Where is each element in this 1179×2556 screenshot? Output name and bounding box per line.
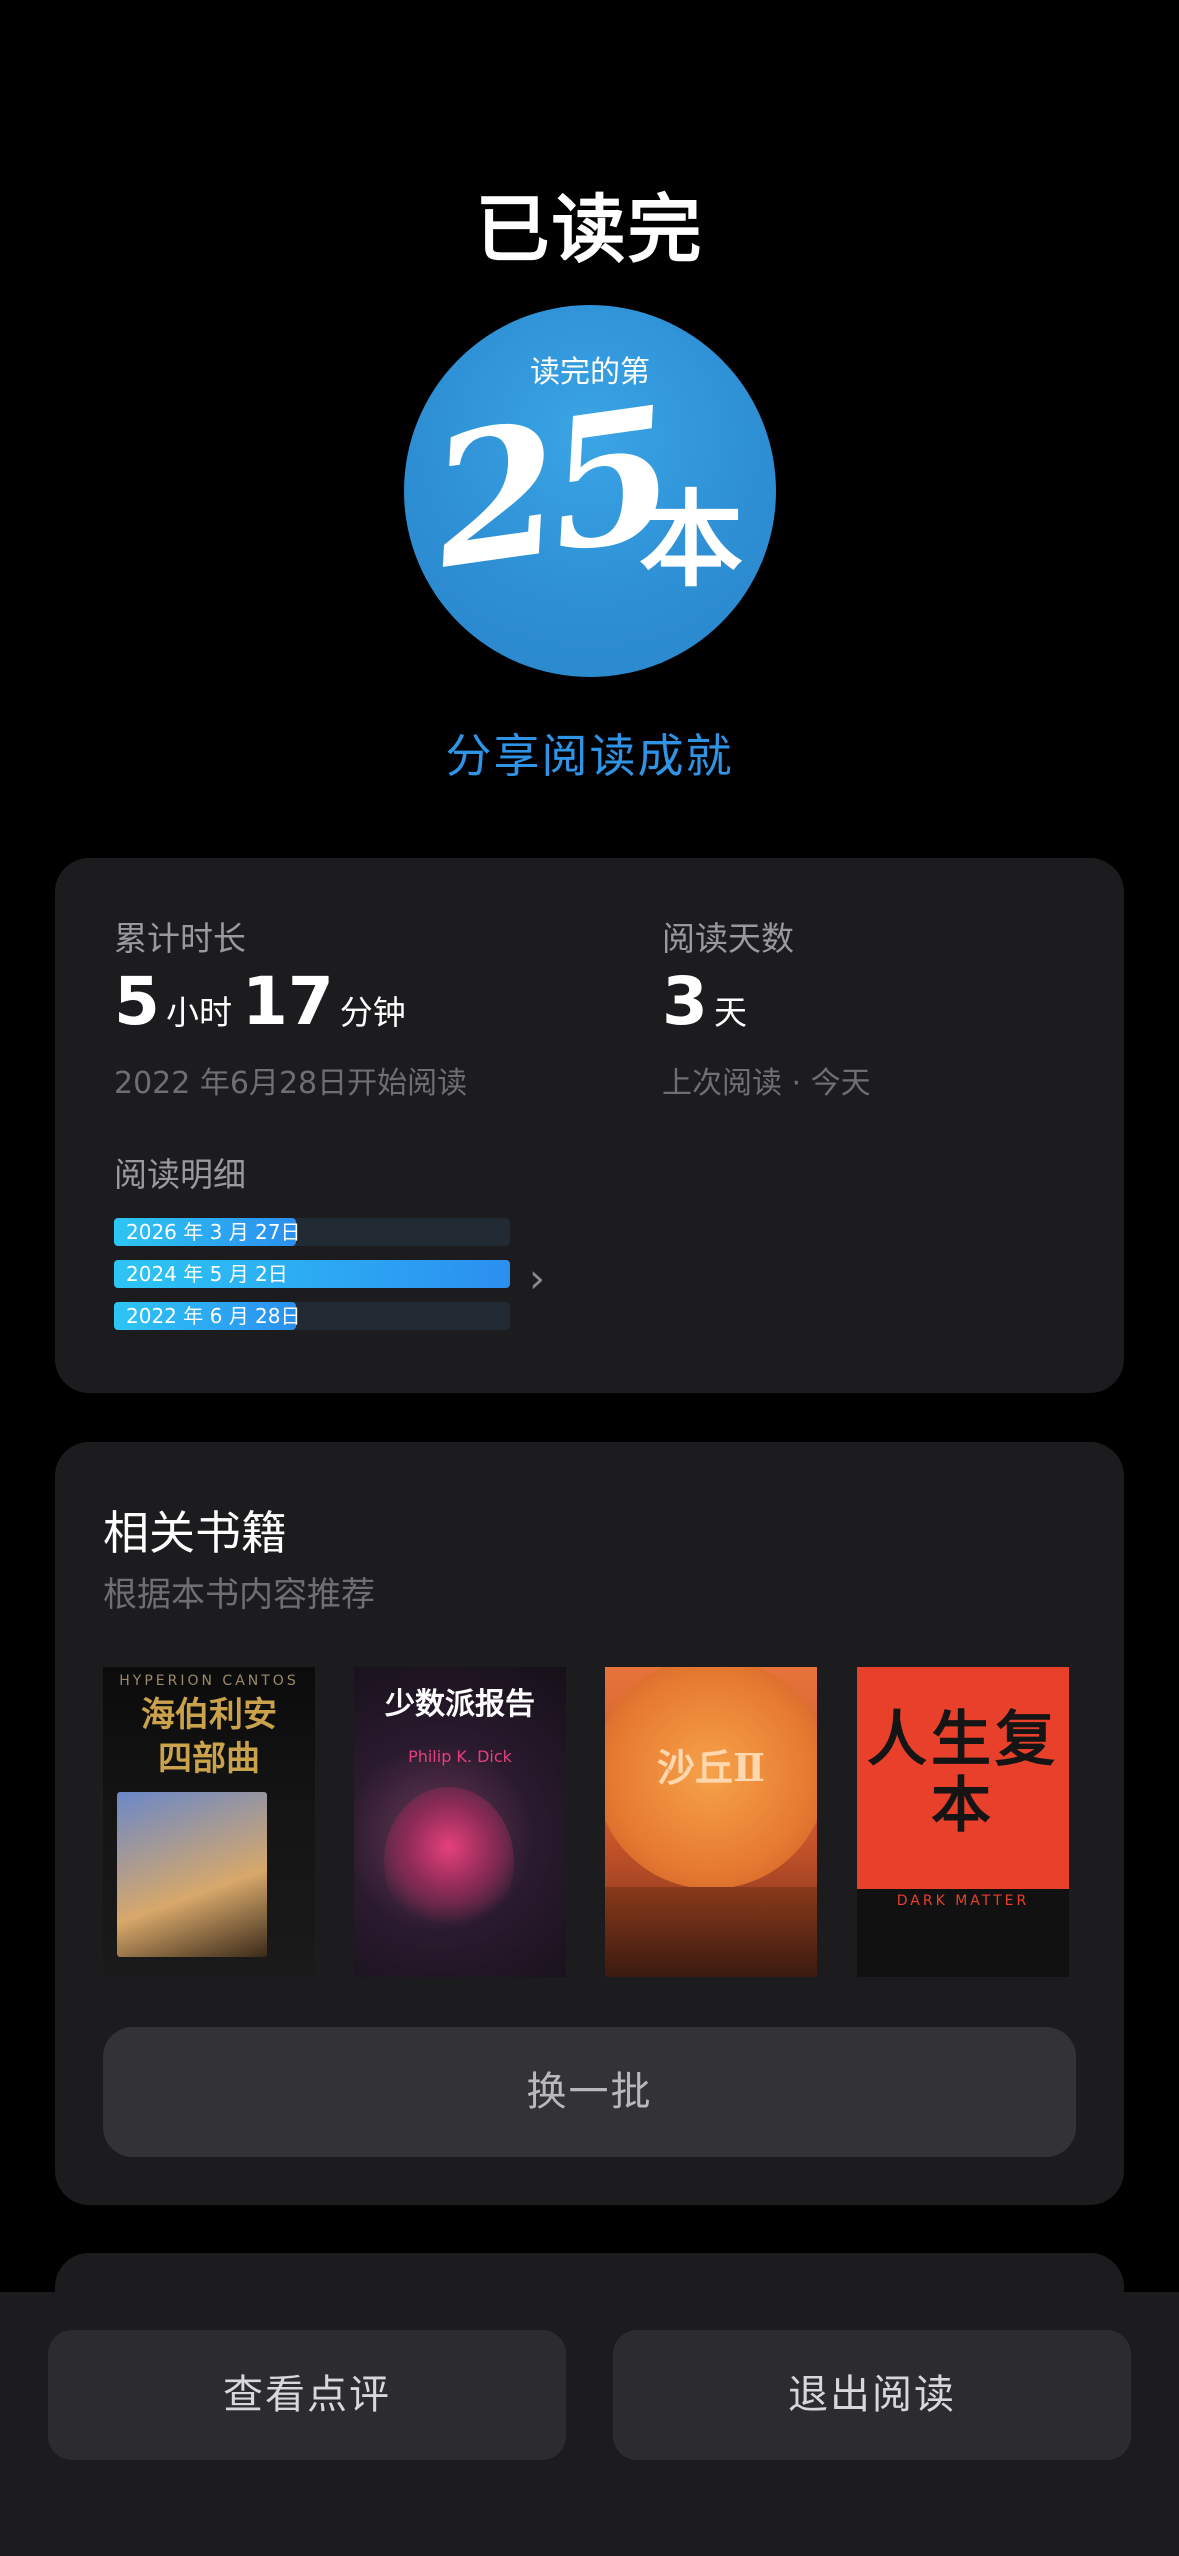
detail-row[interactable]: 2022 年 6 月 28日 xyxy=(114,1302,510,1330)
duration-minutes: 17 xyxy=(241,963,334,1040)
detail-date: 2022 年 6 月 28日 xyxy=(126,1304,301,1328)
achievement-badge: 读完的第 25 本 xyxy=(404,305,776,677)
last-read-text: 上次阅读 · 今天 xyxy=(662,1066,871,1101)
start-date-text: 2022 年6月28日开始阅读 xyxy=(114,1066,468,1101)
related-books-card: 相关书籍 根据本书内容推荐 HYPERION CANTOS 海伯利安 四部曲 少… xyxy=(55,1442,1124,2205)
book-cover[interactable]: 人生复本 DARK MATTER xyxy=(857,1667,1069,1977)
duration-label: 累计时长 xyxy=(114,919,246,958)
days-label: 阅读天数 xyxy=(662,919,794,958)
book-cover[interactable]: 少数派报告 Philip K. Dick xyxy=(354,1667,566,1977)
refresh-books-button[interactable]: 换一批 xyxy=(103,2027,1076,2157)
book-cover-title: 少数派报告 xyxy=(385,1687,535,1722)
days-unit: 天 xyxy=(713,993,747,1032)
badge-unit: 本 xyxy=(639,478,744,601)
related-title: 相关书籍 xyxy=(103,1506,287,1560)
reading-stats-card: 累计时长 5 小时 17 分钟 2022 年6月28日开始阅读 阅读天数 3天 上次阅… xyxy=(55,858,1124,1393)
book-cover-subtitle: DARK MATTER xyxy=(896,1893,1030,1909)
duration-hours: 5 xyxy=(114,963,160,1040)
exit-reading-button[interactable]: 退出阅读 xyxy=(613,2330,1131,2460)
bottom-bar: 查看点评 退出阅读 xyxy=(0,2292,1179,2556)
book-cover-title: 沙丘Ⅱ xyxy=(656,1745,766,1790)
book-cover-author: Philip K. Dick xyxy=(408,1747,512,1766)
detail-row[interactable]: 2026 年 3 月 27日 xyxy=(114,1218,510,1246)
book-cover[interactable]: 沙丘Ⅱ xyxy=(605,1667,817,1977)
days-value-group: 3天 xyxy=(662,963,757,1040)
detail-date: 2026 年 3 月 27日 xyxy=(126,1220,301,1244)
detail-row[interactable]: 2024 年 5 月 2日 xyxy=(114,1260,510,1288)
book-cover-top: HYPERION CANTOS xyxy=(119,1673,299,1689)
share-achievement-link[interactable]: 分享阅读成就 xyxy=(0,720,1179,786)
page-title: 已读完 xyxy=(475,187,704,273)
book-cover-title: 海伯利安 四部曲 xyxy=(141,1695,277,1779)
badge-number: 25 xyxy=(420,368,678,610)
chevron-right-icon[interactable]: › xyxy=(529,1256,545,1302)
view-review-button[interactable]: 查看点评 xyxy=(48,2330,566,2460)
duration-value: 5 小时 17 分钟 xyxy=(114,963,416,1040)
detail-label: 阅读明细 xyxy=(114,1155,246,1194)
book-cover[interactable]: HYPERION CANTOS 海伯利安 四部曲 xyxy=(103,1667,315,1977)
related-subtitle: 根据本书内容推荐 xyxy=(103,1575,375,1615)
detail-date: 2024 年 5 月 2日 xyxy=(126,1262,288,1286)
book-cover-title: 人生复本 xyxy=(867,1705,1059,1841)
book-cover-art xyxy=(117,1792,267,1957)
duration-minutes-unit: 分钟 xyxy=(339,993,406,1032)
book-cover-dunes xyxy=(605,1887,817,1977)
duration-hours-unit: 小时 xyxy=(165,993,232,1032)
days-value: 3 xyxy=(662,963,708,1040)
book-cover-art xyxy=(384,1787,514,1937)
